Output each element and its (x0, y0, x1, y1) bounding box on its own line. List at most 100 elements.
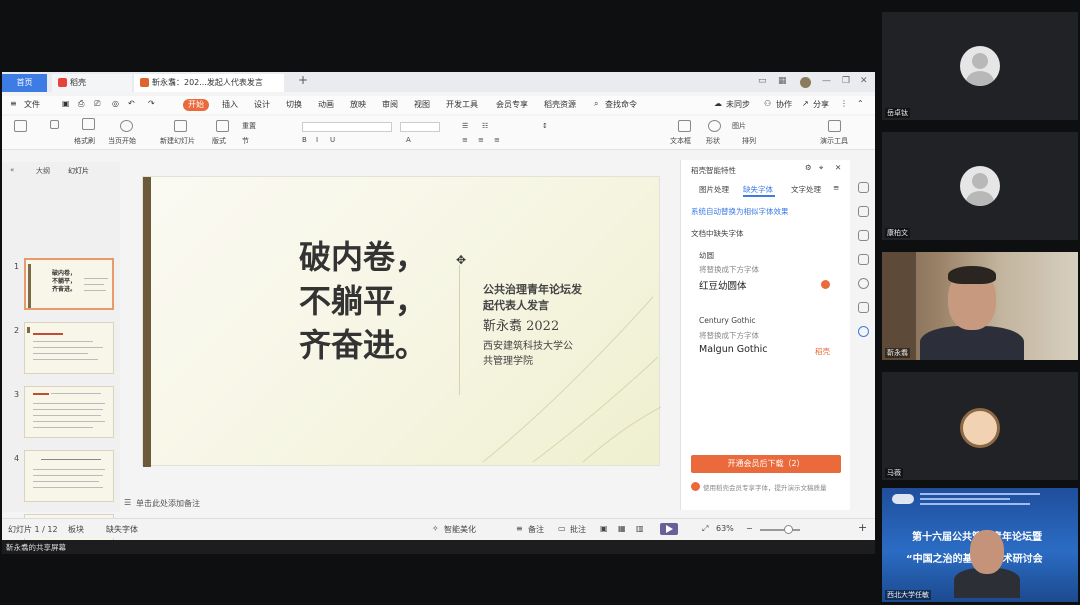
participant-video-tile[interactable]: 靳永翥 (882, 252, 1078, 360)
print-icon[interactable]: ⎚ (94, 99, 100, 109)
tab-document[interactable]: 靳永翥：202...发起人代表发言 (134, 74, 284, 92)
tab-slides[interactable]: 幻灯片 (68, 166, 89, 176)
font-name-select[interactable] (302, 122, 392, 132)
location-icon[interactable] (858, 326, 869, 337)
slide-title-line-2[interactable]: 不躺平， (299, 279, 427, 323)
panel-menu-icon[interactable]: ≡ (833, 183, 839, 192)
reading-view-icon[interactable]: ▥ (636, 524, 644, 533)
layout-ribbon-icon[interactable] (216, 120, 229, 132)
collapse-ribbon-icon[interactable]: ⌃ (857, 99, 864, 108)
tab-image-processing[interactable]: 图片处理 (699, 184, 729, 195)
presenter-label[interactable]: 演示工具 (820, 136, 848, 146)
close-icon[interactable]: ✕ (860, 76, 868, 86)
smart-beautify-button[interactable]: 智能美化 (444, 524, 476, 535)
auto-replace-link[interactable]: 系统自动替换为相似字体效果 (691, 206, 789, 217)
participant-video-tile[interactable]: 第十六届公共管理青年论坛暨 “中国之治的基础” 学术研讨会 西北大学任敏 (882, 488, 1078, 602)
pin-icon[interactable]: ⌖ (819, 163, 823, 173)
format-brush-icon[interactable] (82, 118, 95, 130)
grid-icon[interactable]: ▦ (778, 76, 787, 86)
menu-file[interactable]: 文件 (24, 99, 40, 110)
settings-icon[interactable]: ⚙ (805, 163, 812, 172)
menu-transition[interactable]: 切换 (286, 99, 302, 110)
sorter-view-icon[interactable]: ▦ (618, 524, 626, 533)
notes-toggle-icon[interactable]: ≡ (516, 524, 523, 533)
save-icon[interactable]: ▣ (62, 99, 70, 108)
zoom-slider-handle[interactable] (784, 525, 793, 534)
collapse-panel-icon[interactable]: « (10, 166, 14, 174)
line-spacing-icon[interactable]: ↕ (542, 122, 548, 130)
format-brush-label[interactable]: 格式刷 (74, 136, 95, 146)
tab-home[interactable]: 首页 (2, 74, 47, 92)
smart-beautify-icon[interactable]: ✧ (432, 524, 439, 533)
zoom-slider-track[interactable] (760, 529, 800, 531)
slide-title-line-3[interactable]: 齐奋进。 (299, 323, 427, 367)
menu-design[interactable]: 设计 (254, 99, 270, 110)
help-icon[interactable] (858, 278, 869, 289)
notes-toggle[interactable]: 备注 (528, 524, 544, 535)
font-size-select[interactable] (400, 122, 440, 132)
slide-thumbnail[interactable]: 破内卷， 不躺平， 齐奋进。 (24, 258, 114, 310)
fit-icon[interactable]: ⤢ (702, 524, 708, 534)
menu-home[interactable]: 开始 (183, 99, 209, 111)
replacement-font-1[interactable]: 红豆幼圆体 (699, 278, 747, 292)
search-icon[interactable]: ⌕ (594, 99, 598, 109)
font-color-icon[interactable]: A (406, 136, 411, 144)
menu-view[interactable]: 视图 (414, 99, 430, 110)
tab-missing-fonts[interactable]: 缺失字体 (743, 184, 773, 195)
new-slide-label[interactable]: 新建幻灯片 (160, 136, 195, 146)
tab-daoke[interactable]: 稻壳 (52, 74, 132, 92)
menu-animation[interactable]: 动画 (318, 99, 334, 110)
from-current-label[interactable]: 当页开始 (108, 136, 136, 146)
zoom-in-icon[interactable]: + (858, 521, 867, 534)
menu-developer[interactable]: 开发工具 (446, 99, 478, 110)
section-label[interactable]: 节 (242, 136, 249, 146)
slide-thumbnail[interactable] (24, 386, 114, 438)
collab-icon[interactable]: ⚇ (764, 99, 771, 108)
menu-slideshow[interactable]: 放映 (350, 99, 366, 110)
arrange-label[interactable]: 排列 (742, 136, 756, 146)
download-fonts-button[interactable]: 开通会员后下载（2） (691, 455, 841, 473)
restore-icon[interactable]: ❐ (842, 76, 850, 86)
comments-icon[interactable]: ▭ (558, 524, 566, 533)
participant-tile[interactable]: 马薇 (882, 372, 1078, 480)
bullets-icon[interactable]: ☰ (462, 122, 468, 130)
participant-tile[interactable]: 岳卓钛 (882, 12, 1078, 120)
preview-icon[interactable]: ◎ (112, 99, 119, 108)
replacement-font-2[interactable]: Malgun Gothic (699, 344, 768, 355)
share-button[interactable]: 分享 (813, 99, 829, 110)
textbox-label[interactable]: 文本框 (670, 136, 691, 146)
picture-label[interactable]: 图片 (732, 121, 746, 131)
share-icon[interactable]: ↗ (802, 99, 809, 108)
normal-view-icon[interactable]: ▣ (600, 524, 608, 533)
missing-font-status[interactable]: 缺失字体 (106, 524, 138, 535)
bold-icon[interactable]: B (302, 136, 307, 144)
new-slide-icon[interactable] (174, 120, 187, 132)
textbox-icon[interactable] (678, 120, 691, 132)
sync-status[interactable]: 未同步 (726, 99, 750, 110)
grid-tool-icon[interactable] (858, 302, 869, 313)
play-from-current-icon[interactable] (120, 120, 133, 132)
slide-canvas[interactable]: 破内卷， 不躺平， 齐奋进。 ✥ 公共治理青年论坛发 起代表人发言 靳永翥 20… (142, 176, 662, 467)
collab-button[interactable]: 协作 (776, 99, 792, 110)
more-icon[interactable]: ⋮ (840, 99, 848, 108)
search-command[interactable]: 查找命令 (605, 99, 637, 110)
cut-icon[interactable] (50, 120, 59, 129)
minimize-icon[interactable]: — (822, 76, 831, 86)
tab-outline[interactable]: 大纲 (36, 166, 50, 176)
star-icon[interactable] (858, 230, 869, 241)
comments-toggle[interactable]: 批注 (570, 524, 586, 535)
underline-icon[interactable]: U (330, 136, 335, 144)
undo-icon[interactable]: ↶ (128, 99, 135, 108)
tab-text-processing[interactable]: 文字处理 (791, 184, 821, 195)
align-right-icon[interactable]: ≡ (494, 136, 500, 144)
layout-icon[interactable]: ▭ (758, 76, 767, 86)
theme-name[interactable]: 板块 (68, 524, 84, 535)
beautify-icon[interactable] (858, 182, 869, 193)
layout-label[interactable]: 版式 (212, 136, 226, 146)
notes-placeholder[interactable]: 单击此处添加备注 (136, 498, 200, 509)
export-icon[interactable]: ⎙ (78, 99, 84, 109)
image-icon[interactable] (858, 254, 869, 265)
menu-review[interactable]: 审阅 (382, 99, 398, 110)
sliders-icon[interactable] (858, 206, 869, 217)
hamburger-icon[interactable]: ≡ (10, 99, 17, 108)
